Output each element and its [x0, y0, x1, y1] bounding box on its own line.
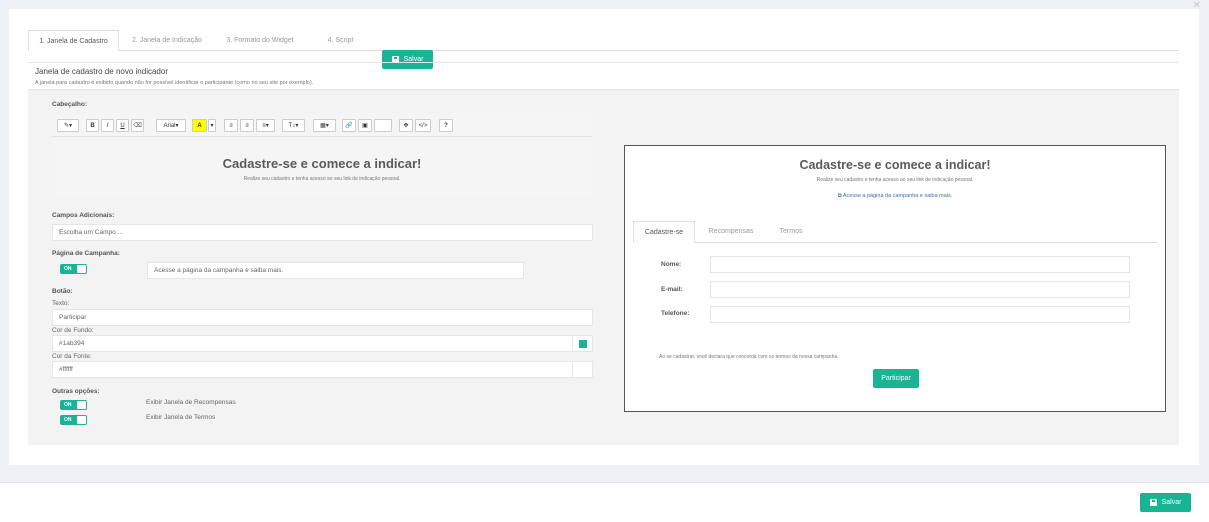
preview-campaign-link[interactable]: ⧉ Acesse a página da campanha e saiba ma… [625, 193, 1165, 200]
color-button[interactable]: A [192, 119, 207, 132]
italic-button[interactable]: I [101, 119, 114, 132]
editor-subtitle: Realize seu cadastro e tenha acesso ao s… [243, 176, 401, 182]
preview-telefone-label: Telefone: [661, 310, 690, 317]
preview-tab-recompensas[interactable]: Recompensas [699, 221, 763, 243]
eraser-icon[interactable]: ⌫ [131, 119, 144, 132]
tab-bar: 1. Janela de Cadastro 2. Janela de Indic… [28, 30, 1179, 69]
toggle-state: ON [64, 402, 72, 408]
save-icon [1149, 499, 1157, 506]
tab-janela-indicacao[interactable]: 2. Janela de Indicação [122, 30, 212, 51]
termos-label: Exibir Janela de Termos [146, 414, 216, 421]
link-icon[interactable]: 🔗 [342, 119, 356, 132]
help-icon[interactable]: ? [439, 119, 453, 132]
botao-texto-input[interactable]: Participar [52, 309, 593, 326]
preview-subtitle: Realize seu cadastro e tenha acesso ao s… [816, 177, 974, 183]
termos-toggle[interactable]: ON [60, 415, 87, 425]
recompensas-toggle[interactable]: ON [60, 400, 87, 410]
toggle-knob [77, 416, 86, 424]
font-dropdown[interactable]: Arial ▾ [156, 119, 186, 132]
video-icon[interactable] [374, 119, 392, 132]
tab-janela-cadastro[interactable]: 1. Janela de Cadastro [28, 30, 119, 51]
cor-fonte-input[interactable]: #ffffff [52, 361, 573, 378]
preview-tabs: Cadastre-se Recompensas Termos [633, 221, 1157, 243]
divider [28, 62, 1179, 63]
fullscreen-icon[interactable]: ✥ [399, 119, 413, 132]
modal-footer: Salvar [0, 482, 1209, 522]
code-view-icon[interactable]: </> [415, 119, 431, 132]
campanha-link-input[interactable]: Acesse a página da campanha e saiba mais… [147, 262, 524, 279]
campos-select[interactable]: Escolha um Campo ... [52, 224, 593, 241]
image-icon[interactable]: ▣ [358, 119, 372, 132]
preview-nome-label: Nome: [661, 261, 682, 268]
botao-label: Botão: [52, 288, 73, 295]
underline-button[interactable]: U [116, 119, 129, 132]
campos-label: Campos Adicionais: [52, 212, 115, 219]
preview-tab-termos[interactable]: Termos [767, 221, 815, 243]
campanha-toggle[interactable]: ON [60, 264, 87, 274]
header-editor[interactable]: Cadastre-se e comece a indicar! Realize … [52, 138, 592, 198]
font-name: Arial [163, 122, 176, 129]
texto-label: Texto: [52, 300, 70, 307]
preview-nome-input[interactable] [710, 256, 1130, 273]
preview-telefone-input[interactable] [710, 306, 1130, 323]
cor-fundo-swatch[interactable] [572, 335, 593, 352]
editor-toolbar: ✎▾ B I U ⌫ Arial ▾ A ▾ ≡ ≡ ≡▾ T↕▾ ▦▾ 🔗 ▣ … [52, 113, 592, 137]
recompensas-label: Exibir Janela de Recompensas [146, 399, 236, 406]
save-label: Salvar [1161, 499, 1182, 506]
cor-fonte-swatch[interactable] [572, 361, 593, 378]
toggle-knob [77, 265, 86, 273]
preview-participar-button[interactable]: Participar [873, 369, 919, 388]
unordered-list-icon[interactable]: ≡ [224, 119, 238, 132]
modal: ✕ 1. Janela de Cadastro 2. Janela de Ind… [0, 0, 1209, 522]
campanha-label: Página de Campanha: [52, 250, 120, 257]
toggle-knob [77, 401, 86, 409]
toggle-state: ON [64, 266, 72, 272]
preview-link-text: Acesse a página da campanha e saiba mais… [842, 193, 953, 199]
tab-formato-widget[interactable]: 3. Formato do Widget [215, 30, 305, 51]
tab-script[interactable]: 4. Script [308, 30, 373, 51]
color-dropdown[interactable]: ▾ [208, 119, 216, 132]
preview-email-label: E-mail: [661, 286, 683, 293]
swatch-color [579, 340, 587, 348]
align-dropdown[interactable]: ≡▾ [256, 119, 275, 132]
section-subtitle: A janela para cadastro é exibido quando … [35, 80, 314, 86]
widget-preview: Cadastre-se e comece a indicar! Realize … [624, 145, 1166, 412]
fundo-label: Cor de Fundo: [52, 327, 94, 334]
preview-terms: Ao se cadastrar, você declara que concor… [659, 354, 839, 360]
header-label: Cabeçalho: [52, 101, 88, 108]
save-button-bottom[interactable]: Salvar [1140, 493, 1191, 512]
ordered-list-icon[interactable]: ≡ [240, 119, 254, 132]
preview-email-input[interactable] [710, 281, 1130, 298]
table-dropdown[interactable]: ▦▾ [313, 119, 336, 132]
fonte-label: Cor da Fonte: [52, 353, 92, 360]
editor-title: Cadastre-se e comece a indicar! [222, 156, 422, 171]
settings-panel: Cabeçalho: ✎▾ B I U ⌫ Arial ▾ A ▾ ≡ ≡ ≡▾ … [28, 89, 1179, 445]
style-dropdown[interactable]: ✎▾ [57, 119, 79, 132]
save-button-top[interactable]: Salvar [382, 50, 433, 69]
line-height-dropdown[interactable]: T↕▾ [282, 119, 305, 132]
outras-label: Outras opções: [52, 388, 100, 395]
cor-fundo-input[interactable]: #1ab394 [52, 335, 573, 352]
preview-title: Cadastre-se e comece a indicar! [799, 158, 991, 172]
bold-button[interactable]: B [86, 119, 99, 132]
content-card: 1. Janela de Cadastro 2. Janela de Indic… [9, 9, 1199, 465]
toggle-state: ON [64, 417, 72, 423]
preview-tab-cadastre[interactable]: Cadastre-se [633, 221, 695, 243]
section-title: Janela de cadastro de novo indicador [35, 67, 168, 76]
